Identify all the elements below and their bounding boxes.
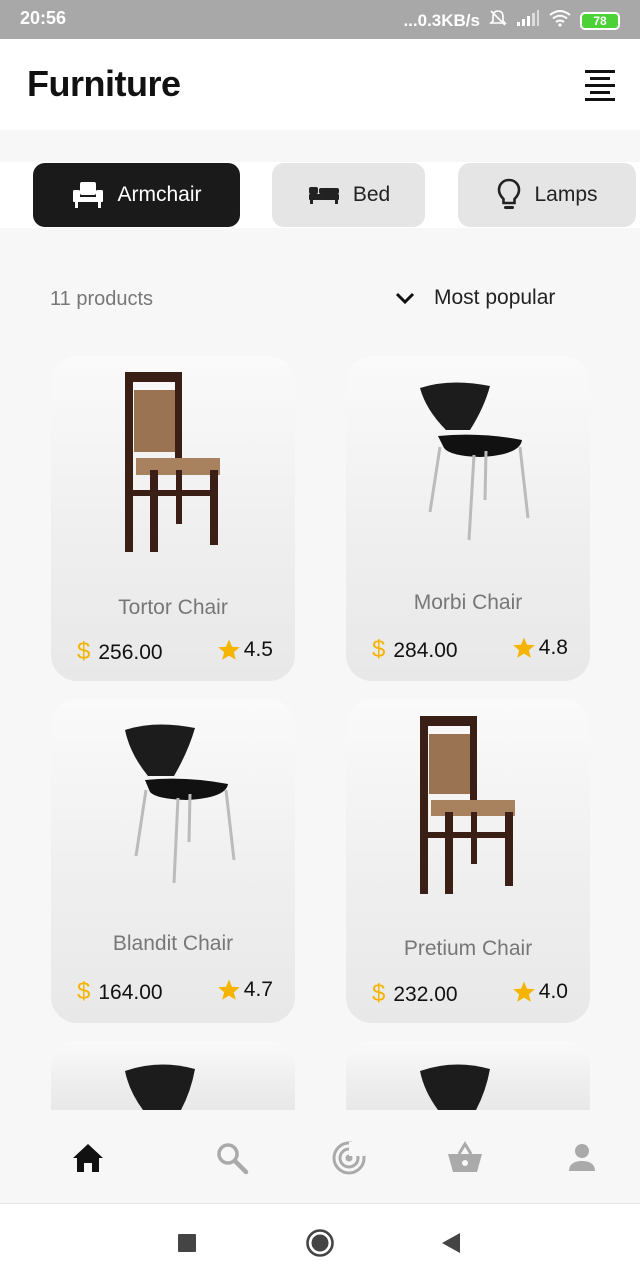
product-price: $ 256.00 [77, 638, 163, 666]
mute-icon [488, 8, 508, 33]
tab-lamps[interactable]: Lamps [458, 163, 636, 227]
product-card[interactable] [346, 1041, 590, 1110]
product-rating: 4.0 [512, 980, 568, 1004]
radar-icon [332, 1141, 366, 1175]
battery-icon: 78 [580, 11, 620, 30]
product-card[interactable]: Morbi Chair $ 284.00 4.8 [346, 356, 590, 681]
currency-symbol: $ [372, 980, 386, 1007]
product-price: $ 232.00 [372, 980, 458, 1008]
product-card[interactable]: Tortor Chair $ 256.00 4.5 [51, 356, 295, 681]
rating-value: 4.0 [538, 980, 568, 1003]
sort-label: Most popular [434, 286, 556, 309]
tab-label: Lamps [534, 183, 598, 206]
price-value: 164.00 [98, 981, 163, 1004]
sort-dropdown[interactable]: Most popular [394, 286, 555, 310]
bed-icon [308, 187, 339, 204]
nav-home[interactable] [68, 1138, 108, 1178]
product-image [420, 716, 515, 894]
status-time: 20:56 [20, 8, 67, 28]
price-value: 256.00 [98, 641, 163, 664]
star-icon [217, 639, 240, 660]
product-rating: 4.7 [217, 978, 273, 1002]
search-icon [217, 1143, 249, 1175]
tab-label: Armchair [117, 183, 202, 206]
home-icon [73, 1144, 103, 1172]
price-value: 232.00 [393, 983, 458, 1006]
square-icon [178, 1234, 196, 1252]
nav-profile[interactable] [562, 1138, 602, 1178]
product-name: Blandit Chair [112, 932, 234, 955]
product-name: Tortor Chair [118, 596, 228, 619]
menu-button[interactable] [582, 67, 618, 103]
rating-value: 4.5 [243, 638, 273, 661]
rating-value: 4.8 [538, 636, 568, 659]
star-icon [512, 981, 535, 1002]
product-image [125, 1064, 195, 1110]
bottom-nav [0, 1110, 640, 1203]
tab-bed[interactable]: Bed [272, 163, 425, 227]
currency-symbol: $ [372, 636, 386, 663]
network-speed: ...0.3KB/s [403, 10, 480, 30]
basket-icon [448, 1141, 482, 1172]
product-image [125, 372, 220, 552]
product-name: Morbi Chair [413, 591, 523, 614]
profile-icon [569, 1144, 595, 1171]
wifi-icon [548, 9, 572, 32]
star-icon [217, 979, 240, 1000]
tab-armchair[interactable]: Armchair [33, 163, 240, 227]
product-count: 11 products [50, 288, 154, 310]
armchair-icon [73, 182, 104, 208]
nav-search[interactable] [212, 1138, 252, 1178]
product-card[interactable]: Blandit Chair $ 164.00 4.7 [51, 699, 295, 1023]
back-button[interactable] [436, 1228, 466, 1258]
circle-icon [306, 1229, 334, 1257]
product-image [125, 724, 236, 884]
product-rating: 4.8 [512, 636, 568, 660]
rating-value: 4.7 [243, 978, 273, 1001]
status-bar: 20:56 ...0.3KB/s 78 [0, 0, 640, 39]
lightbulb-icon [498, 178, 521, 209]
tab-label: Bed [352, 183, 391, 206]
product-rating: 4.5 [217, 638, 273, 662]
signal-icon [516, 9, 540, 32]
status-icons: ...0.3KB/s 78 [403, 8, 620, 33]
product-name: Pretium Chair [403, 937, 533, 960]
chevron-down-icon [395, 292, 415, 305]
product-image [420, 382, 530, 541]
home-system-button[interactable] [305, 1228, 335, 1258]
price-value: 284.00 [393, 639, 458, 662]
product-card[interactable]: Pretium Chair $ 232.00 4.0 [346, 699, 590, 1023]
currency-symbol: $ [77, 638, 91, 665]
product-image [420, 1064, 490, 1110]
align-center-icon [585, 70, 615, 101]
back-triangle-icon [442, 1233, 460, 1253]
recents-button[interactable] [172, 1228, 202, 1258]
product-card[interactable] [51, 1041, 295, 1110]
product-price: $ 164.00 [77, 978, 163, 1006]
app-header: Furniture [0, 39, 640, 130]
nav-explore[interactable] [329, 1138, 369, 1178]
product-price: $ 284.00 [372, 636, 458, 664]
page-title: Furniture [27, 63, 181, 104]
currency-symbol: $ [77, 978, 91, 1005]
system-nav-bar [0, 1203, 640, 1280]
star-icon [512, 637, 535, 658]
category-tabs: Armchair Bed Lamps [0, 162, 640, 228]
nav-cart[interactable] [445, 1138, 485, 1178]
